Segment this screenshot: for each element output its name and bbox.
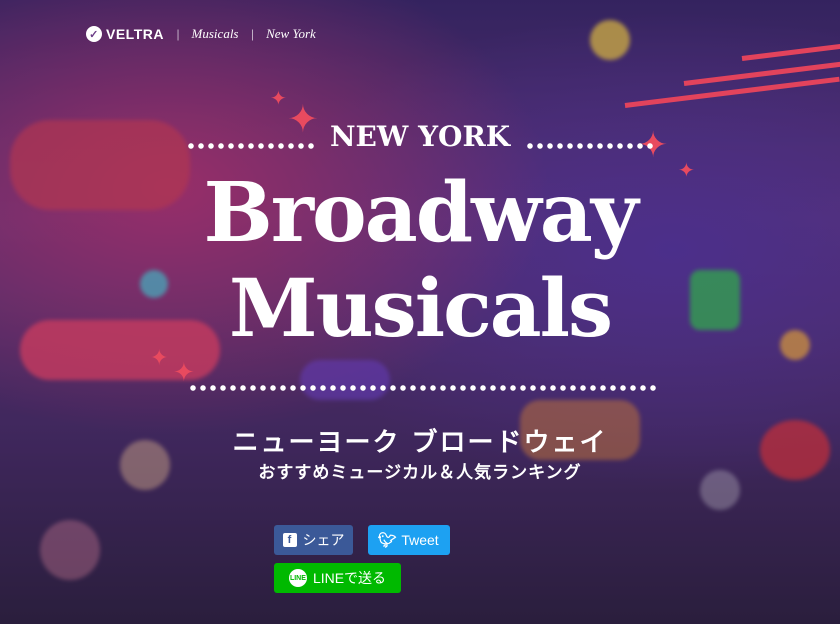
- brand-name: VELTRA: [106, 26, 164, 42]
- breadcrumb-separator: |: [250, 26, 255, 41]
- line-icon: LINE: [288, 569, 307, 587]
- facebook-icon: f: [282, 533, 297, 547]
- tweet-button[interactable]: 🐦︎ Tweet: [368, 525, 450, 555]
- hero-jp-title: ニューヨーク ブロードウェイ: [232, 428, 608, 458]
- sparkle-icon: ✦: [270, 86, 287, 110]
- hero-title-line2: Musicals: [228, 261, 613, 355]
- twitter-icon: 🐦︎: [377, 532, 397, 549]
- line-share-label: LINEで送る: [312, 570, 387, 586]
- dotted-divider: [188, 384, 658, 392]
- veltra-logo-icon: ✓: [86, 26, 102, 42]
- breadcrumb: ✓ VELTRA | Musicals | New York: [86, 26, 316, 42]
- sparkle-icon: ✦: [150, 346, 169, 371]
- hero-supertitle: NEW YORK: [329, 120, 511, 153]
- facebook-share-button[interactable]: f シェア: [274, 525, 353, 555]
- breadcrumb-separator: |: [175, 26, 180, 41]
- line-share-button[interactable]: LINE LINEで送る: [274, 563, 401, 593]
- hero-title-line1: Broadway: [203, 165, 638, 261]
- hero-jp-subtitle: おすすめミュージカル＆人気ランキング: [258, 463, 582, 483]
- tweet-label: Tweet: [401, 532, 439, 548]
- breadcrumb-musicals[interactable]: Musicals: [192, 26, 239, 42]
- veltra-logo[interactable]: ✓ VELTRA: [86, 26, 164, 42]
- breadcrumb-new-york[interactable]: New York: [266, 26, 316, 42]
- sparkle-icon: ✦: [173, 358, 195, 388]
- facebook-share-label: シェア: [302, 532, 345, 548]
